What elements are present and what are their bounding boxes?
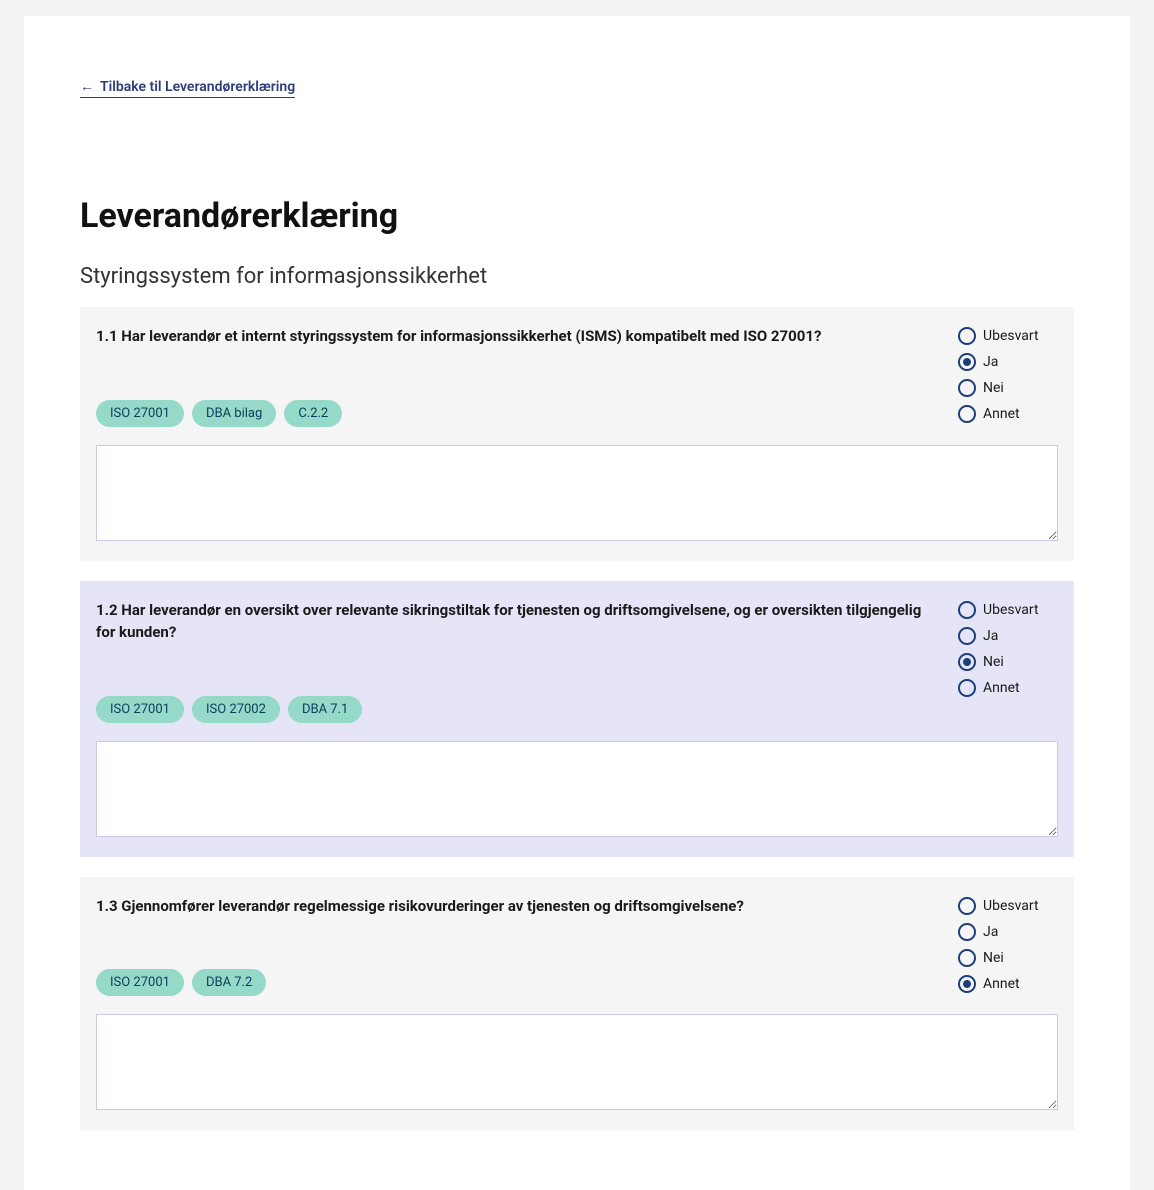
options-group: Ubesvart Ja Nei Annet <box>958 895 1058 995</box>
options-group: Ubesvart Ja Nei Annet <box>958 325 1058 425</box>
questions-list: 1.1 Har leverandør et internt styringssy… <box>80 307 1074 1130</box>
radio-option[interactable]: Annet <box>958 973 1058 995</box>
option-label: Ubesvart <box>983 898 1039 914</box>
radio-option[interactable]: Ubesvart <box>958 325 1058 347</box>
section-title: Styringssystem for informasjonssikkerhet <box>80 264 1074 289</box>
radio-icon <box>958 949 976 967</box>
radio-icon <box>958 923 976 941</box>
radio-option[interactable]: Ubesvart <box>958 895 1058 917</box>
options-group: Ubesvart Ja Nei Annet <box>958 599 1058 699</box>
tag: ISO 27001 <box>96 969 184 996</box>
option-label: Annet <box>983 406 1020 422</box>
tag: C.2.2 <box>284 400 342 427</box>
radio-icon <box>958 653 976 671</box>
question-left: 1.1 Har leverandør et internt styringssy… <box>96 325 934 445</box>
question-card: 1.2 Har leverandør en oversikt over rele… <box>80 581 1074 857</box>
radio-icon <box>958 405 976 423</box>
radio-option[interactable]: Ubesvart <box>958 599 1058 621</box>
radio-icon <box>958 379 976 397</box>
option-label: Ubesvart <box>983 328 1039 344</box>
option-label: Ja <box>983 628 998 644</box>
radio-icon <box>958 897 976 915</box>
tag: ISO 27002 <box>192 696 280 723</box>
question-left: 1.2 Har leverandør en oversikt over rele… <box>96 599 934 741</box>
radio-option[interactable]: Ja <box>958 921 1058 943</box>
page-title: Leverandørerklæring <box>80 196 1074 236</box>
radio-icon <box>958 679 976 697</box>
radio-icon <box>958 975 976 993</box>
back-link[interactable]: ← Tilbake til Leverandørerklæring <box>80 79 295 98</box>
page-container: ← Tilbake til Leverandørerklæring Levera… <box>24 16 1130 1190</box>
question-top-row: 1.2 Har leverandør en oversikt over rele… <box>96 599 1058 741</box>
option-label: Nei <box>983 654 1004 670</box>
tag: ISO 27001 <box>96 696 184 723</box>
tag: DBA 7.1 <box>288 696 362 723</box>
radio-option[interactable]: Ja <box>958 625 1058 647</box>
question-card: 1.3 Gjennomfører leverandør regelmessige… <box>80 877 1074 1131</box>
option-label: Ja <box>983 924 998 940</box>
radio-icon <box>958 627 976 645</box>
radio-icon <box>958 601 976 619</box>
question-text: 1.2 Har leverandør en oversikt over rele… <box>96 599 934 644</box>
note-textarea[interactable] <box>96 741 1058 837</box>
option-label: Annet <box>983 680 1020 696</box>
option-label: Nei <box>983 950 1004 966</box>
option-label: Ja <box>983 354 998 370</box>
option-label: Ubesvart <box>983 602 1039 618</box>
question-card: 1.1 Har leverandør et internt styringssy… <box>80 307 1074 561</box>
option-label: Nei <box>983 380 1004 396</box>
radio-option[interactable]: Annet <box>958 677 1058 699</box>
radio-icon <box>958 353 976 371</box>
option-label: Annet <box>983 976 1020 992</box>
radio-option[interactable]: Ja <box>958 351 1058 373</box>
radio-option[interactable]: Nei <box>958 947 1058 969</box>
radio-option[interactable]: Nei <box>958 651 1058 673</box>
question-text: 1.1 Har leverandør et internt styringssy… <box>96 325 934 348</box>
tag-row: ISO 27001 DBA bilag C.2.2 <box>96 400 934 427</box>
tag-row: ISO 27001 DBA 7.2 <box>96 969 934 996</box>
arrow-left-icon: ← <box>80 80 94 94</box>
tag: ISO 27001 <box>96 400 184 427</box>
tag: DBA bilag <box>192 400 276 427</box>
radio-icon <box>958 327 976 345</box>
note-textarea[interactable] <box>96 445 1058 541</box>
question-top-row: 1.3 Gjennomfører leverandør regelmessige… <box>96 895 1058 1015</box>
note-textarea[interactable] <box>96 1014 1058 1110</box>
question-left: 1.3 Gjennomfører leverandør regelmessige… <box>96 895 934 1015</box>
question-text: 1.3 Gjennomfører leverandør regelmessige… <box>96 895 934 918</box>
radio-option[interactable]: Nei <box>958 377 1058 399</box>
radio-option[interactable]: Annet <box>958 403 1058 425</box>
back-link-label: Tilbake til Leverandørerklæring <box>100 79 295 95</box>
tag-row: ISO 27001 ISO 27002 DBA 7.1 <box>96 696 934 723</box>
tag: DBA 7.2 <box>192 969 266 996</box>
question-top-row: 1.1 Har leverandør et internt styringssy… <box>96 325 1058 445</box>
